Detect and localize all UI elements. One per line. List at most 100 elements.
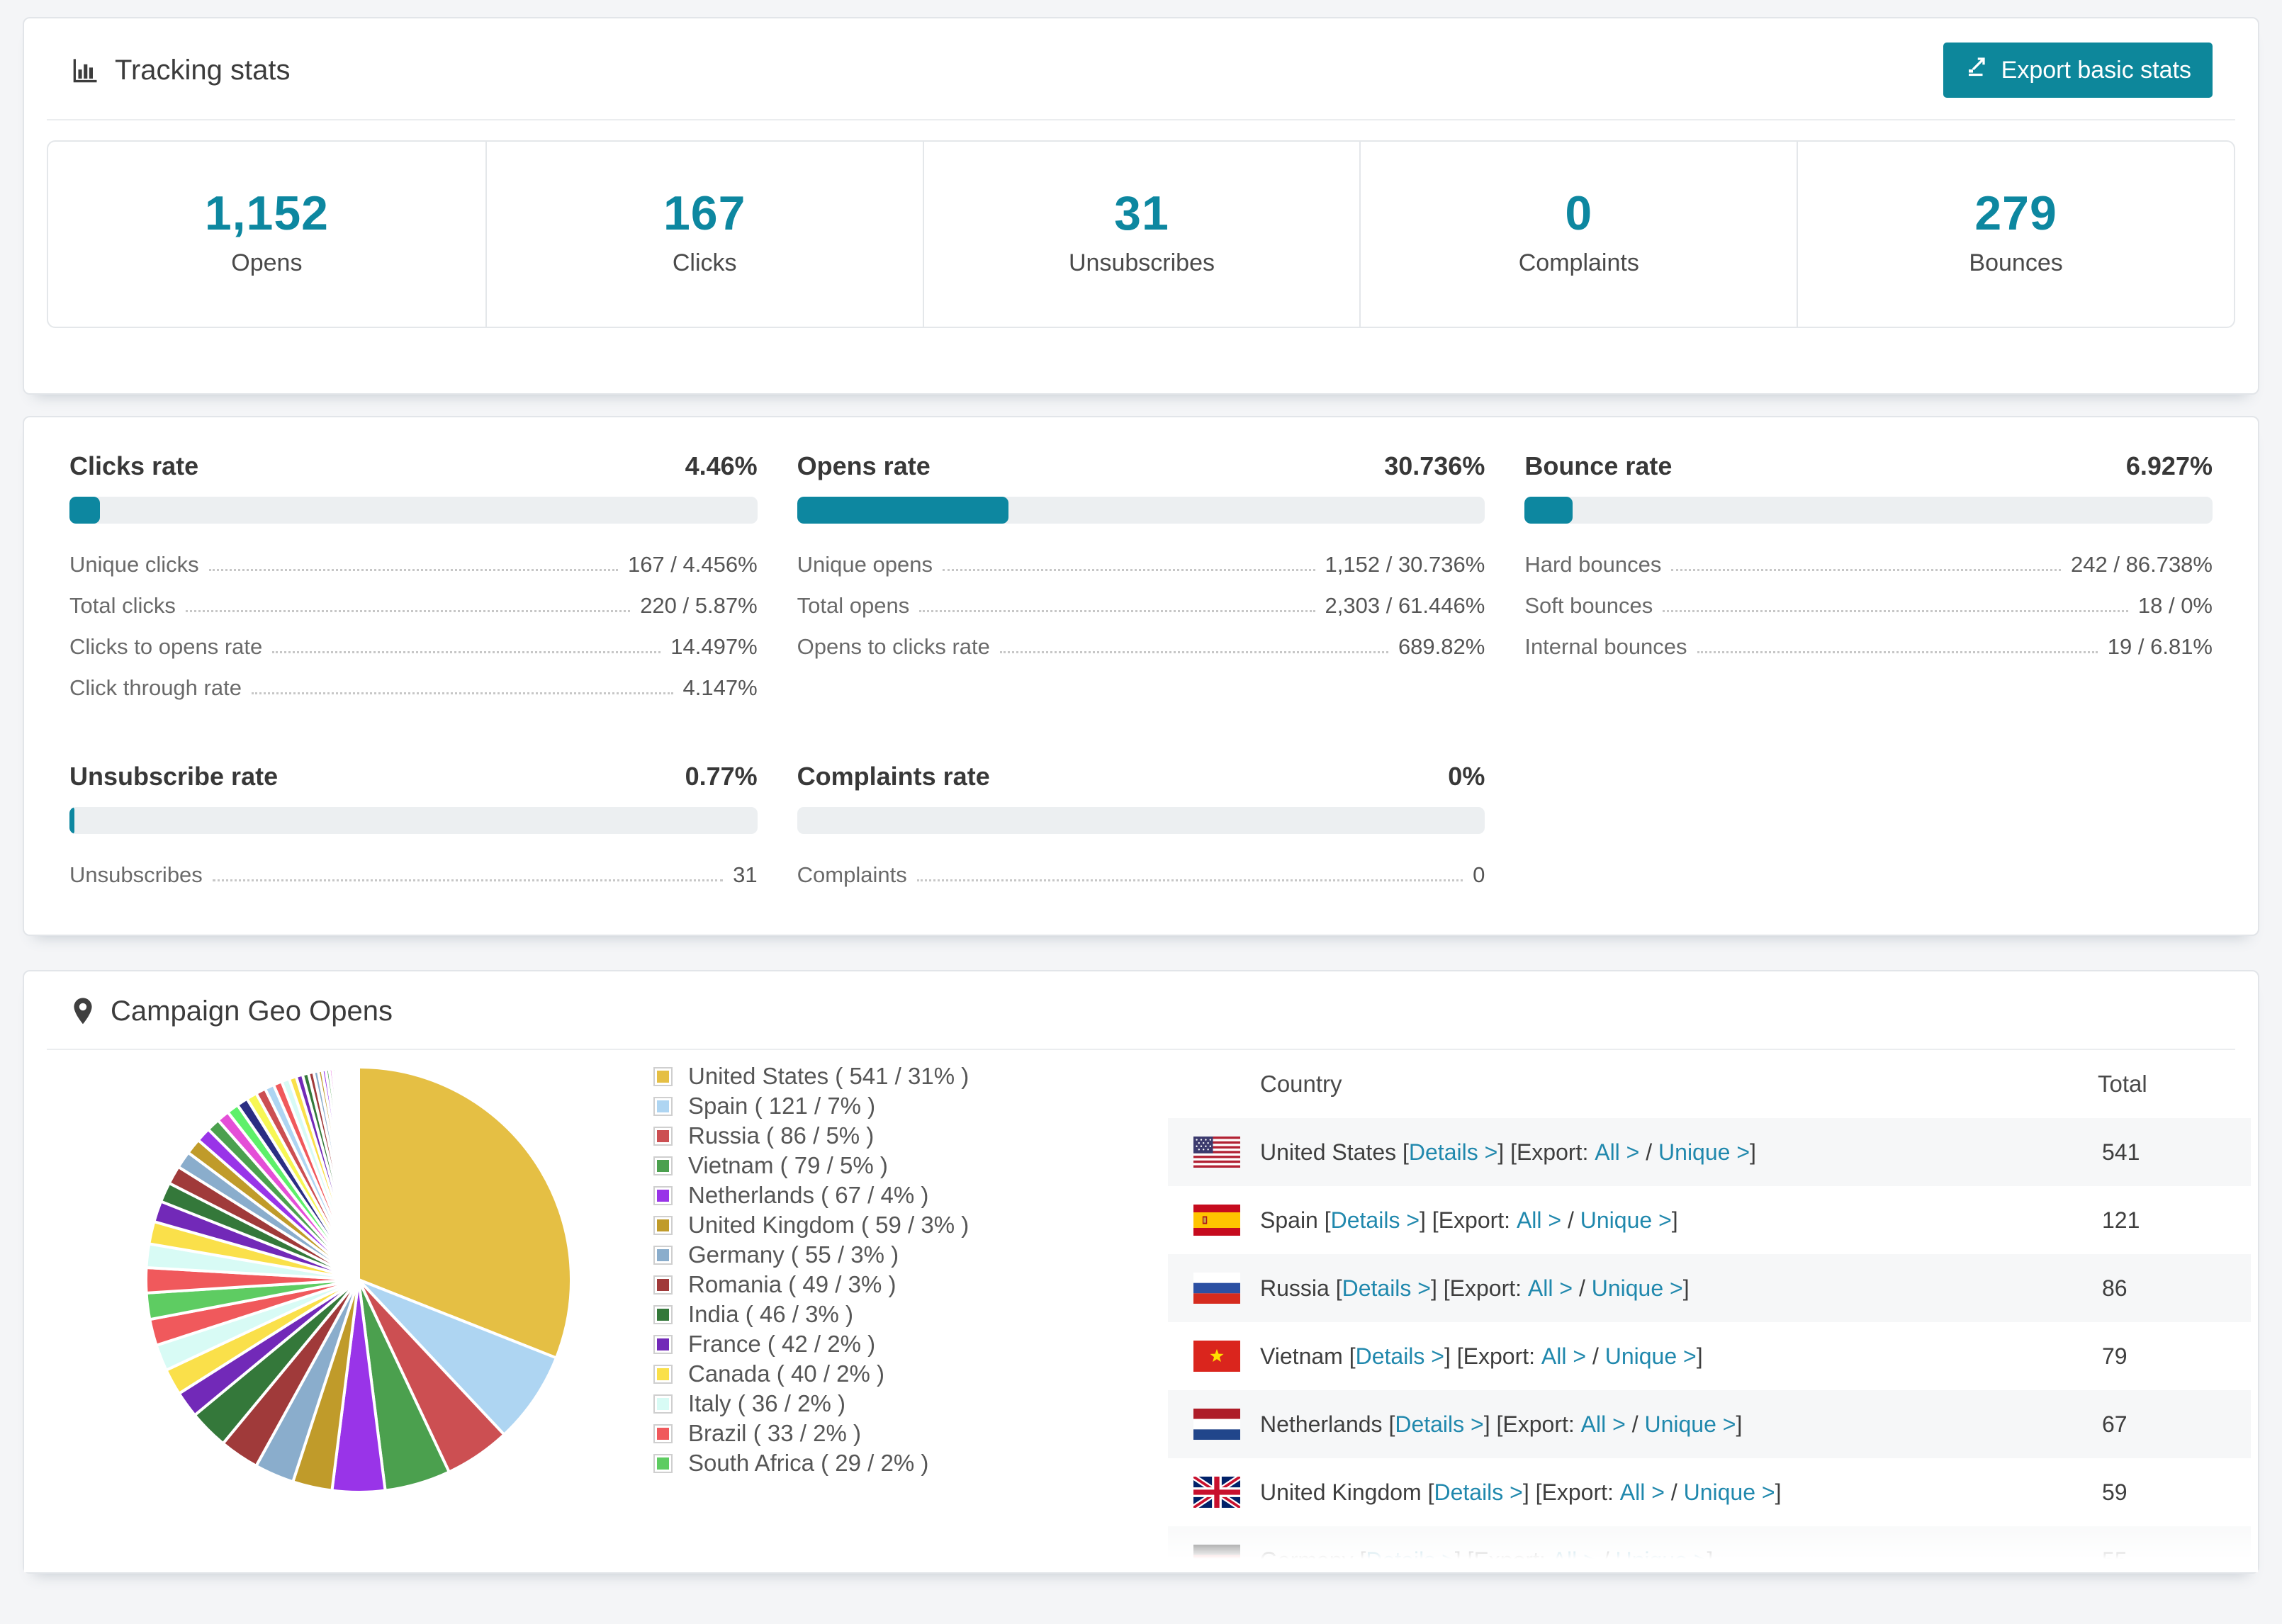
legend-item-united-states: United States ( 541 / 31% ) [653,1061,969,1091]
metric-value: 4.147% [682,675,758,700]
country-cell: Spain [Details >] [Export: All > / Uniqu… [1260,1207,1678,1234]
gb-flag-icon [1193,1477,1240,1508]
details-link[interactable]: Details > [1342,1275,1431,1302]
legend-swatch [653,1126,673,1146]
metric-value: 31 [733,862,758,887]
export-all-link[interactable]: All > [1595,1139,1639,1166]
rate-title: Opens rate [797,451,931,480]
rate-value: 0% [1448,762,1485,791]
export-unique-link[interactable]: Unique > [1684,1479,1775,1506]
column-header-total: Total [2098,1071,2147,1097]
legend-item-netherlands: Netherlands ( 67 / 4% ) [653,1180,969,1210]
metric-row-total-opens: Total opens 2,303 / 61.446% [797,585,1485,626]
section-title: Campaign Geo Opens [111,996,393,1027]
tracking-stats-header: Tracking stats Export basic stats [24,18,2258,119]
total-cell: 541 [2102,1139,2140,1165]
geo-opens-table: Country Total United States [Details >] [E… [1168,1050,2251,1572]
export-unique-link[interactable]: Unique > [1580,1207,1672,1234]
total-cell: 79 [2102,1343,2128,1369]
country-name: United States [1260,1139,1397,1165]
pie-legend: United States ( 541 / 31% ) Spain ( 121 /… [653,1061,969,1478]
metric-row-unique-clicks: Unique clicks 167 / 4.456% [69,543,758,585]
bar-chart-icon [69,55,101,86]
details-link[interactable]: Details > [1356,1343,1444,1370]
legend-swatch [653,1215,673,1235]
metric-value: 167 / 4.456% [627,552,758,577]
details-link[interactable]: Details > [1331,1207,1420,1234]
legend-label: Spain ( 121 / 7% ) [688,1093,876,1119]
bottom-fade-overlay [24,1511,2258,1572]
legend-swatch [653,1423,673,1443]
export-all-link[interactable]: All > [1517,1207,1561,1234]
export-unique-link[interactable]: Unique > [1644,1411,1736,1438]
legend-item-romania: Romania ( 49 / 3% ) [653,1270,969,1299]
country-name: Russia [1260,1275,1330,1301]
table-row-united-states: United States [Details >] [Export: All >… [1168,1118,2251,1186]
stat-label: Clicks [672,249,737,276]
stat-complaints: 0 Complaints [1359,142,1797,327]
country-name: Netherlands [1260,1411,1383,1437]
country-name: Spain [1260,1207,1318,1233]
legend-swatch [653,1066,673,1086]
rate-title: Bounce rate [1524,451,1673,480]
dotted-leader [272,651,661,653]
rate-block-unsubscribe-rate: Unsubscribe rate 0.77% Unsubscribes 31 [69,762,758,895]
metric-label: Unsubscribes [69,862,203,887]
legend-swatch [653,1364,673,1384]
legend-swatch [653,1453,673,1473]
rate-block-complaints-rate: Complaints rate 0% Complaints 0 [797,762,1485,895]
stat-unsubscribes: 31 Unsubscribes [922,142,1360,327]
table-row-netherlands: Netherlands [Details >] [Export: All > /… [1168,1390,2251,1458]
metric-value: 19 / 6.81% [2107,634,2213,659]
stats-summary: 1,152 Opens 167 Clicks 31 Unsubscribes 0 Compla… [47,140,2235,328]
legend-item-vietnam: Vietnam ( 79 / 5% ) [653,1151,969,1180]
metric-label: Total opens [797,593,910,618]
dotted-leader [1671,569,2062,571]
legend-label: France ( 42 / 2% ) [688,1331,876,1357]
export-all-link[interactable]: All > [1541,1343,1586,1370]
page-title: Tracking stats [115,54,291,86]
export-unique-link[interactable]: Unique > [1658,1139,1750,1166]
legend-item-india: India ( 46 / 3% ) [653,1299,969,1329]
legend-label: United States ( 541 / 31% ) [688,1063,969,1089]
details-link[interactable]: Details > [1409,1139,1497,1166]
legend-item-germany: Germany ( 55 / 3% ) [653,1240,969,1270]
metric-row-unique-opens: Unique opens 1,152 / 30.736% [797,543,1485,585]
legend-item-brazil: Brazil ( 33 / 2% ) [653,1419,969,1448]
legend-label: South Africa ( 29 / 2% ) [688,1450,929,1476]
geo-opens-body: United States ( 541 / 31% ) Spain ( 121 /… [24,1050,2258,1572]
export-unique-link[interactable]: Unique > [1605,1343,1697,1370]
metric-row-soft-bounces: Soft bounces 18 / 0% [1524,585,2213,626]
country-cell: Netherlands [Details >] [Export: All > /… [1260,1411,1743,1438]
stat-label: Unsubscribes [1069,249,1215,276]
legend-item-italy: Italy ( 36 / 2% ) [653,1389,969,1419]
metric-label: Total clicks [69,593,176,618]
export-all-link[interactable]: All > [1528,1275,1573,1302]
header-divider [47,119,2235,120]
legend-swatch [653,1304,673,1324]
metric-value: 14.497% [670,634,758,659]
dotted-leader [916,879,1463,881]
stat-opens: 1,152 Opens [48,142,485,327]
stat-value: 167 [663,186,746,240]
export-all-link[interactable]: All > [1620,1479,1665,1506]
export-basic-stats-button[interactable]: Export basic stats [1943,43,2213,98]
country-cell: Vietnam [Details >] [Export: All > / Uni… [1260,1343,1703,1370]
dashboard-page: Tracking stats Export basic stats 1,152 … [0,0,2282,1574]
details-link[interactable]: Details > [1434,1479,1522,1506]
progress-bar [69,497,758,524]
us-flag-icon [1193,1137,1240,1168]
metric-value: 2,303 / 61.446% [1325,593,1485,618]
ru-flag-icon [1193,1273,1240,1304]
export-unique-link[interactable]: Unique > [1592,1275,1683,1302]
details-link[interactable]: Details > [1395,1411,1483,1438]
dotted-leader [208,569,618,571]
metric-value: 242 / 86.738% [2071,552,2213,577]
progress-bar [69,807,758,834]
export-all-link[interactable]: All > [1581,1411,1626,1438]
stat-label: Bounces [1969,249,2063,276]
legend-swatch [653,1245,673,1265]
rate-title: Clicks rate [69,451,199,480]
es-flag-icon [1193,1205,1240,1236]
dotted-leader [212,879,724,881]
